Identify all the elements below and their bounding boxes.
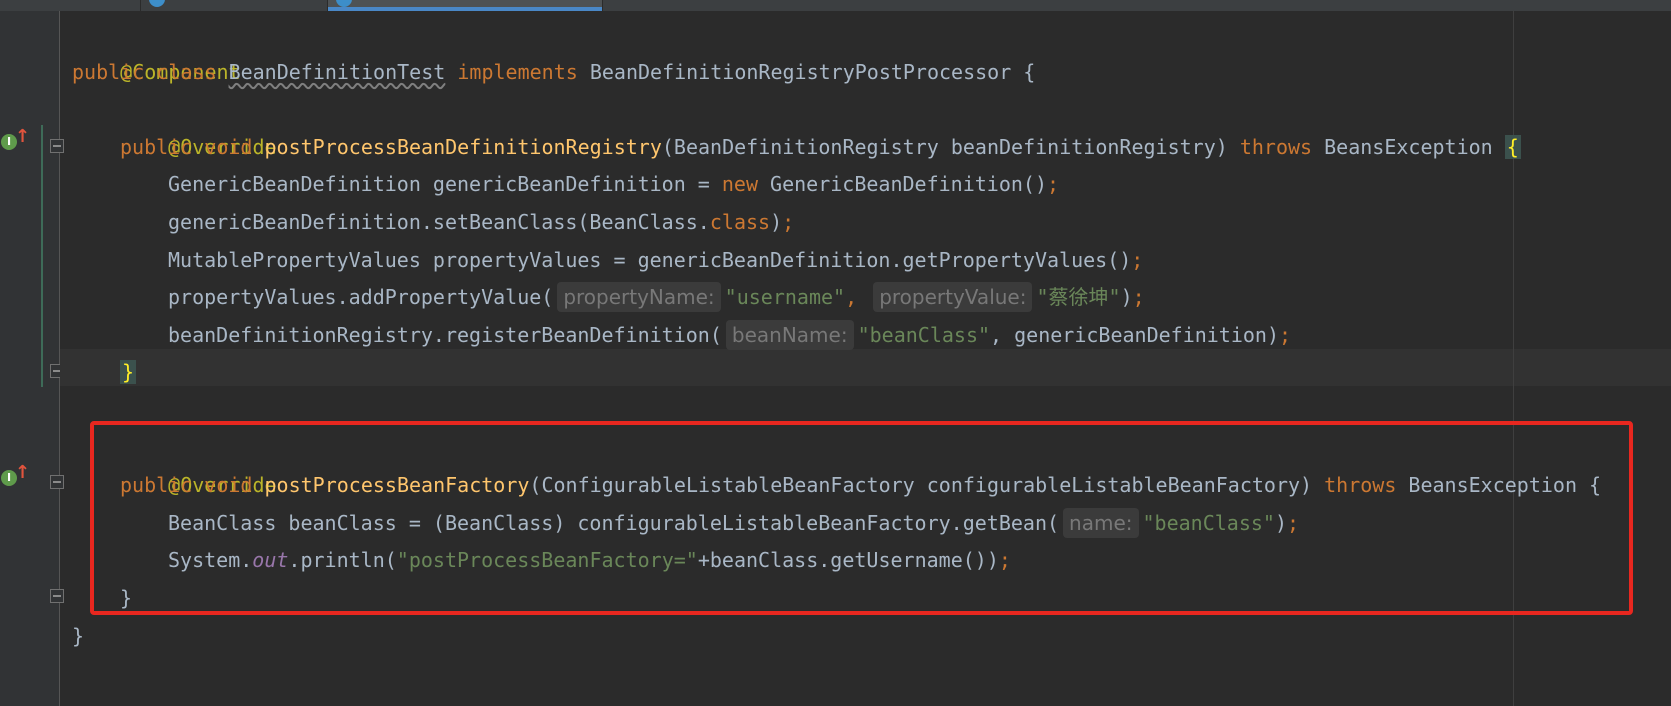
code-text: genericBeanDefinition.setBeanClass(BeanC… — [168, 209, 710, 234]
semicolon: ; — [1047, 172, 1060, 197]
method-params: (BeanDefinitionRegistry beanDefinitionRe… — [661, 134, 1240, 159]
highlight-box-annotation — [90, 421, 1633, 615]
string-literal: "username" — [724, 285, 846, 310]
code-text: ) — [770, 209, 783, 234]
editor-tab-2[interactable] — [141, 0, 328, 11]
interface-name: BeanDefinitionRegistryPostProcessor { — [589, 59, 1036, 84]
implements-method-icon[interactable]: I ↑ — [1, 126, 30, 153]
code-line: @Override — [72, 91, 1601, 159]
exception-type: BeansException — [1312, 134, 1505, 159]
code-line: } — [72, 618, 1601, 656]
code-line: public void postProcessBeanDefinitionReg… — [72, 129, 1601, 167]
semicolon: ; — [782, 209, 795, 234]
code-line: propertyValues.addPropertyValue(property… — [72, 279, 1601, 317]
code-text: GenericBeanDefinition genericBeanDefinit… — [168, 172, 722, 197]
implements-method-icon[interactable]: I ↑ — [1, 462, 30, 489]
editor-tab-1[interactable] — [0, 0, 141, 11]
code-line: public class BeanDefinitionTest implemen… — [72, 54, 1601, 92]
code-line: beanDefinitionRegistry.registerBeanDefin… — [72, 317, 1601, 355]
keyword: public — [72, 59, 145, 84]
arrow-up-icon: ↑ — [15, 126, 31, 147]
code-text: , genericBeanDefinition) — [990, 322, 1280, 347]
string-literal: "beanClass" — [857, 322, 991, 347]
code-text: propertyValues.addPropertyValue( — [168, 285, 554, 310]
java-class-icon — [336, 0, 352, 7]
semicolon: ; — [1131, 247, 1144, 272]
java-class-icon — [149, 0, 165, 7]
keyword: public void — [120, 134, 265, 159]
vcs-change-marker[interactable] — [41, 125, 43, 387]
fold-toggle-icon[interactable] — [50, 139, 64, 153]
fold-toggle-icon[interactable] — [50, 475, 64, 489]
keyword: new — [721, 172, 759, 197]
code-line: MutablePropertyValues propertyValues = g… — [72, 242, 1601, 280]
editor-tab-bar — [0, 0, 1671, 11]
class-name: BeanDefinitionTest — [228, 59, 446, 84]
comma: , — [845, 285, 858, 310]
keyword: implements — [457, 59, 578, 84]
arrow-up-icon: ↑ — [15, 462, 31, 483]
parameter-hint: beanName: — [725, 319, 854, 350]
parameter-hint: propertyName: — [557, 282, 721, 313]
keyword: throws — [1239, 134, 1313, 159]
matched-brace: } — [120, 360, 137, 385]
keyword: class — [156, 59, 217, 84]
semicolon: ; — [1279, 322, 1292, 347]
semicolon: ; — [1132, 285, 1145, 310]
string-literal: "蔡徐坤" — [1036, 285, 1121, 310]
editor-tab-3-active[interactable] — [328, 0, 603, 11]
code-text: ) — [1120, 285, 1133, 310]
code-text: GenericBeanDefinition() — [758, 172, 1047, 197]
keyword: class — [709, 209, 771, 234]
code-line: } — [72, 354, 1601, 392]
code-text: MutablePropertyValues propertyValues = g… — [168, 247, 1132, 272]
code-line: GenericBeanDefinition genericBeanDefinit… — [72, 166, 1601, 204]
active-tab-underline — [328, 7, 602, 11]
matched-brace: { — [1504, 134, 1521, 159]
closing-brace: } — [72, 623, 85, 648]
method-name: postProcessBeanDefinitionRegistry — [264, 134, 662, 159]
fold-toggle-icon[interactable] — [50, 589, 64, 603]
code-text: beanDefinitionRegistry.registerBeanDefin… — [168, 322, 722, 347]
parameter-hint: propertyValue: — [873, 282, 1033, 313]
code-line: genericBeanDefinition.setBeanClass(BeanC… — [72, 204, 1601, 242]
code-line: @Component — [72, 16, 1601, 84]
